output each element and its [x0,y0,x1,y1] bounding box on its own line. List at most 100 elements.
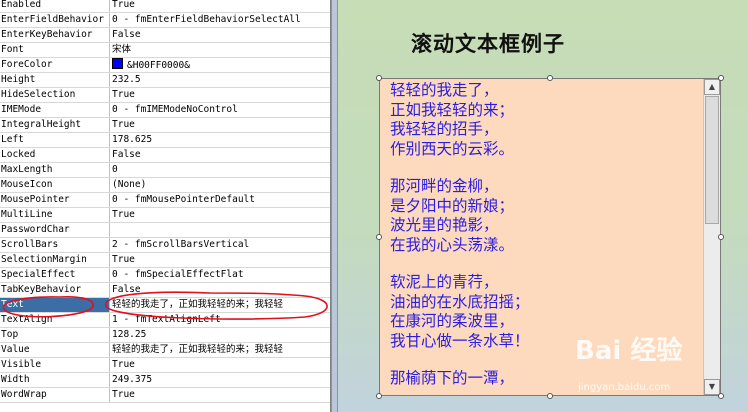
property-name[interactable]: PasswordChar [0,223,110,237]
textbox-line: 在康河的柔波里， [390,312,515,330]
property-row[interactable]: PasswordChar [0,223,330,238]
property-value[interactable]: 2 - fmScrollBarsVertical [112,238,330,252]
textbox-line [390,255,700,273]
property-name[interactable]: Left [0,133,110,147]
textbox-line: 软泥上的青荇， [390,273,499,291]
property-row[interactable]: ForeColor &H00FF0000& [0,58,330,73]
property-name[interactable]: MousePointer [0,193,110,207]
property-name[interactable]: ScrollBars [0,238,110,252]
property-row[interactable]: Value 轻轻的我走了，正如我轻轻的来；我轻轻 [0,343,330,358]
property-value[interactable]: 128.25 [112,328,330,342]
property-name[interactable]: Enabled [0,0,110,12]
property-row[interactable]: MouseIcon (None) [0,178,330,193]
property-value[interactable]: False [112,148,330,162]
property-value[interactable]: 1 - fmTextAlignLeft [112,313,330,327]
property-row[interactable]: MousePointer 0 - fmMousePointerDefault [0,193,330,208]
property-value[interactable]: False [112,283,330,297]
resize-handle-bottom-left[interactable] [376,393,382,399]
property-name[interactable]: HideSelection [0,88,110,102]
property-name[interactable]: Width [0,373,110,387]
panel-divider[interactable] [331,0,338,412]
resize-handle-top-right[interactable] [718,75,724,81]
property-row[interactable]: Width 249.375 [0,373,330,388]
property-value[interactable]: 0 [112,163,330,177]
property-name[interactable]: ForeColor [0,58,110,72]
property-value[interactable]: 232.5 [112,73,330,87]
scroll-thumb[interactable] [705,96,719,224]
property-row[interactable]: Locked False [0,148,330,163]
property-row[interactable]: EnterKeyBehavior False [0,28,330,43]
property-name[interactable]: MaxLength [0,163,110,177]
resize-handle-middle-left[interactable] [376,234,382,240]
property-row[interactable]: HideSelection True [0,88,330,103]
property-name[interactable]: Locked [0,148,110,162]
property-row[interactable]: IntegralHeight True [0,118,330,133]
resize-handle-top-left[interactable] [376,75,382,81]
property-name[interactable]: SelectionMargin [0,253,110,267]
resize-handle-bottom-middle[interactable] [547,393,553,399]
property-row[interactable]: MaxLength 0 [0,163,330,178]
property-value[interactable]: True [112,118,330,132]
property-name[interactable]: Font [0,43,110,57]
property-row[interactable]: SpecialEffect 0 - fmSpecialEffectFlat [0,268,330,283]
property-row[interactable]: Height 232.5 [0,73,330,88]
property-value[interactable]: 0 - fmIMEModeNoControl [112,103,330,117]
property-name[interactable]: WordWrap [0,388,110,402]
property-value[interactable]: True [112,253,330,267]
property-value[interactable]: &H00FF0000& [112,58,330,72]
property-row[interactable]: ScrollBars 2 - fmScrollBarsVertical [0,238,330,253]
property-row[interactable]: Top 128.25 [0,328,330,343]
property-value[interactable]: 轻轻的我走了，正如我轻轻的来；我轻轻 [112,343,330,357]
property-name[interactable]: Visible [0,358,110,372]
property-name[interactable]: IMEMode [0,103,110,117]
property-value[interactable]: 0 - fmSpecialEffectFlat [112,268,330,282]
property-row[interactable]: Visible True [0,358,330,373]
property-name[interactable]: TextAlign [0,313,110,327]
resize-handle-middle-right[interactable] [718,234,724,240]
property-row[interactable]: TabKeyBehavior False [0,283,330,298]
property-name[interactable]: IntegralHeight [0,118,110,132]
property-row[interactable]: TextAlign 1 - fmTextAlignLeft [0,313,330,328]
property-name[interactable]: Height [0,73,110,87]
property-value[interactable]: 宋体 [112,43,330,57]
property-name[interactable]: TabKeyBehavior [0,283,110,297]
property-value[interactable]: True [112,358,330,372]
property-value[interactable]: True [112,208,330,222]
property-name[interactable]: Value [0,343,110,357]
property-value[interactable] [112,223,330,237]
scrolling-textbox[interactable]: 轻轻的我走了， 正如我轻轻的来； 我轻轻的招手， 作别西天的云彩。 那河畔的金柳， 是夕阳… [379,78,721,396]
property-row[interactable]: SelectionMargin True [0,253,330,268]
textbox-content[interactable]: 轻轻的我走了， 正如我轻轻的来； 我轻轻的招手， 作别西天的云彩。 那河畔的金柳， 是夕阳… [390,81,700,389]
property-name[interactable]: EnterKeyBehavior [0,28,110,42]
property-name[interactable]: MultiLine [0,208,110,222]
property-value[interactable]: 178.625 [112,133,330,147]
property-value[interactable]: True [112,88,330,102]
scroll-down-icon[interactable]: ▼ [704,379,720,395]
textbox-line: 油油的在水底招摇； [390,292,530,311]
property-value[interactable]: 0 - fmEnterFieldBehaviorSelectAll [112,13,330,27]
scroll-up-icon[interactable]: ▲ [704,79,720,95]
property-name[interactable]: Text [0,298,110,312]
property-value[interactable]: 轻轻的我走了，正如我轻轻的来；我轻轻 [112,298,330,312]
property-row[interactable]: IMEMode 0 - fmIMEModeNoControl [0,103,330,118]
property-value[interactable]: 249.375 [112,373,330,387]
property-name[interactable]: SpecialEffect [0,268,110,282]
resize-handle-bottom-right[interactable] [718,393,724,399]
property-name[interactable]: EnterFieldBehavior [0,13,110,27]
property-row[interactable]: WordWrap True [0,388,330,403]
property-name[interactable]: MouseIcon [0,178,110,192]
color-swatch [112,58,123,69]
property-row[interactable]: Text 轻轻的我走了，正如我轻轻的来；我轻轻 [0,298,330,313]
property-row[interactable]: MultiLine True [0,208,330,223]
property-value[interactable]: True [112,388,330,402]
property-value[interactable]: False [112,28,330,42]
property-value[interactable]: 0 - fmMousePointerDefault [112,193,330,207]
property-value[interactable]: True [112,0,330,12]
property-row[interactable]: EnterFieldBehavior 0 - fmEnterFieldBehavi… [0,13,330,28]
property-row[interactable]: Enabled True [0,0,330,13]
property-value[interactable]: (None) [112,178,330,192]
property-row[interactable]: Font 宋体 [0,43,330,58]
property-name[interactable]: Top [0,328,110,342]
resize-handle-top-middle[interactable] [547,75,553,81]
property-row[interactable]: Left 178.625 [0,133,330,148]
